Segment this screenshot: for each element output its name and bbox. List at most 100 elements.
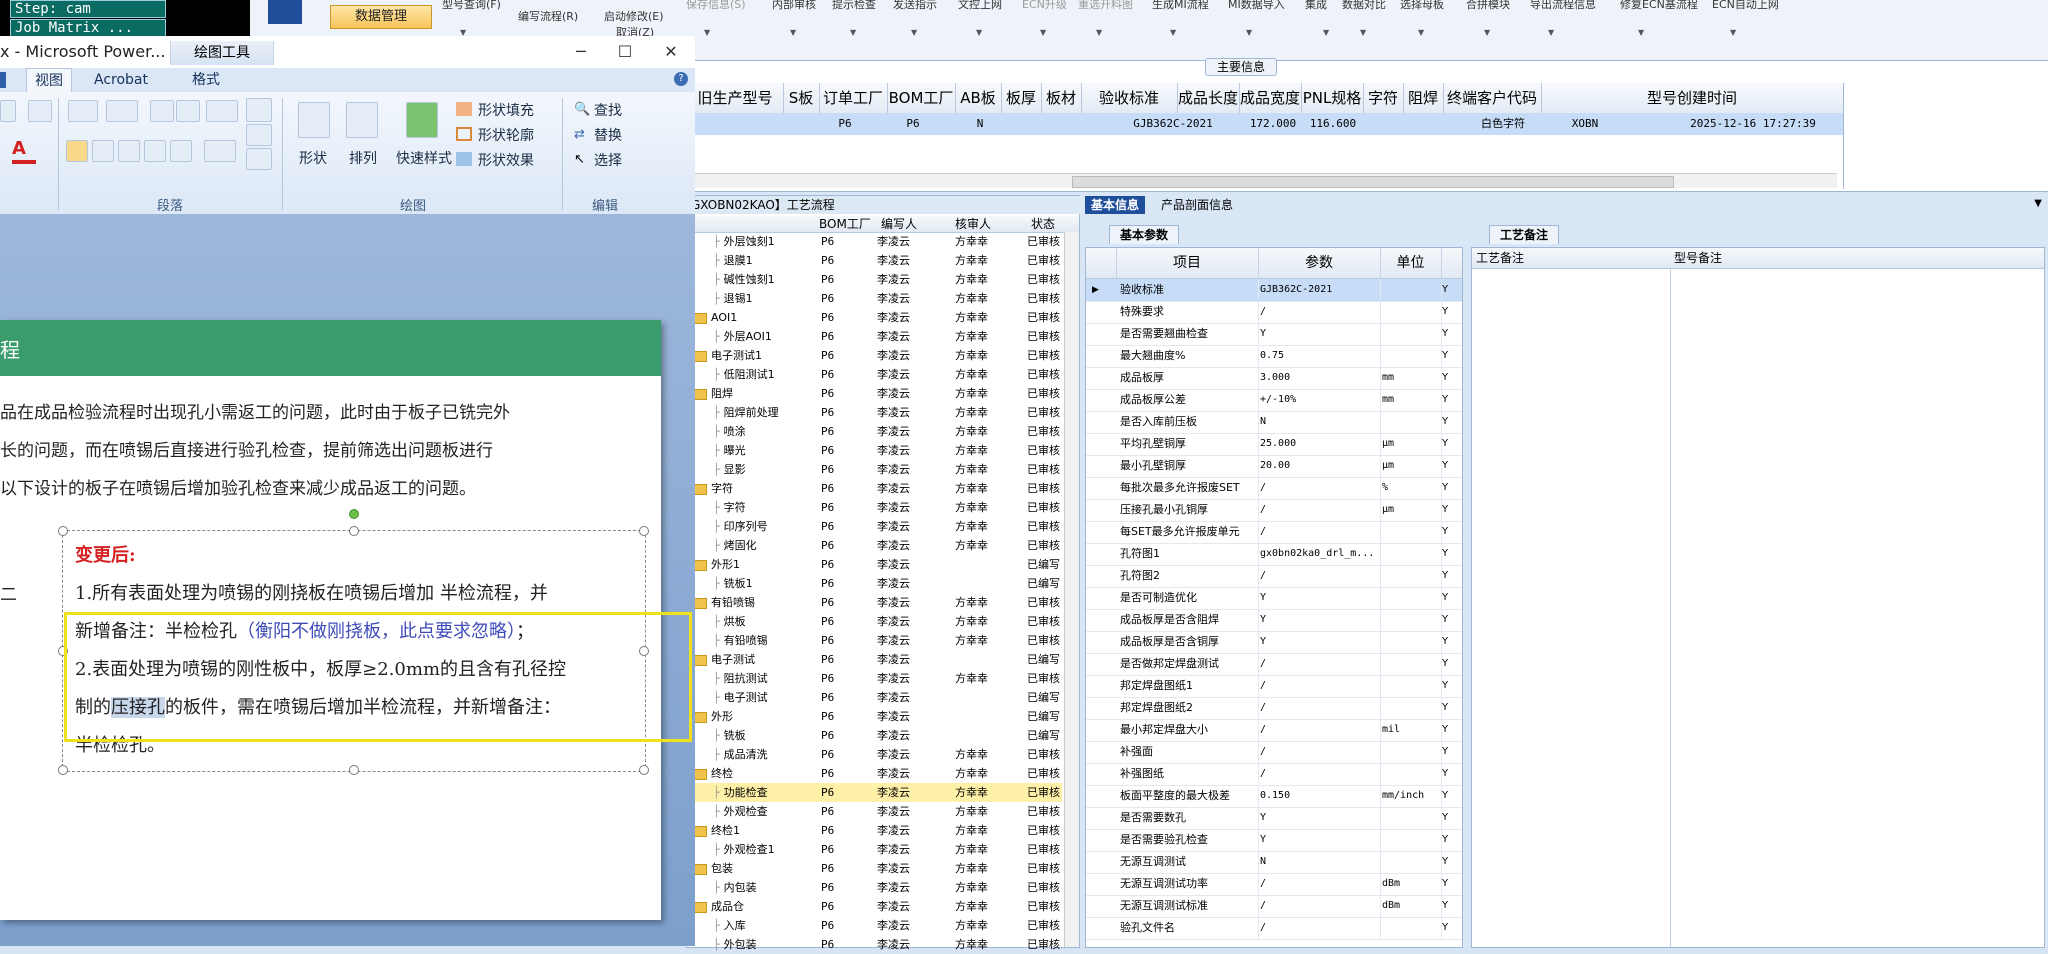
param-value[interactable]: 20.00 <box>1260 455 1378 477</box>
chevron-down-icon[interactable]: ▼ <box>1096 28 1102 37</box>
param-row[interactable]: 孔符图1 gx0bn02ka0_drl_m... Y <box>1086 543 1462 566</box>
tree-row[interactable]: 包装 P6 李凌云 方幸幸 已审核 <box>687 859 1062 878</box>
menu-item[interactable]: 修复ECN基流程 <box>1620 0 1698 12</box>
tree-row[interactable]: 有铅喷锡 P6 李凌云 方幸幸 已审核 <box>687 593 1062 612</box>
tree-row[interactable]: ├ 有铅喷锡 P6 李凌云 方幸幸 已审核 <box>687 631 1062 650</box>
menu-item[interactable]: 型号查询(F) <box>442 0 501 12</box>
tab-section-info[interactable]: 产品剖面信息 <box>1155 196 1239 214</box>
param-row[interactable]: 每SET最多允许报废单元 / Y <box>1086 521 1462 544</box>
tree-node[interactable]: 外形 <box>693 707 733 726</box>
menu-item[interactable]: 内部审核 <box>772 0 816 12</box>
param-value[interactable]: Y <box>1260 631 1378 653</box>
param-value[interactable]: Y <box>1260 807 1378 829</box>
align-text-icon[interactable] <box>246 124 272 146</box>
column-header[interactable]: 成品宽度 <box>1239 83 1302 113</box>
tree-row[interactable]: 外形 P6 李凌云 已编写 <box>687 707 1062 726</box>
font-size-icon[interactable] <box>0 100 16 122</box>
param-row[interactable]: 补强面 / Y <box>1086 741 1462 764</box>
column-header[interactable]: 板厚 <box>1001 83 1042 113</box>
replace-button[interactable]: 替换 <box>594 125 622 145</box>
param-value[interactable]: N <box>1260 851 1378 873</box>
chevron-down-icon[interactable]: ▼ <box>911 28 917 37</box>
param-value[interactable]: 25.000 <box>1260 433 1378 455</box>
tree-row[interactable]: ├ 入库 P6 李凌云 方幸幸 已审核 <box>687 916 1062 935</box>
tree-row[interactable]: 电子测试1 P6 李凌云 方幸幸 已审核 <box>687 346 1062 365</box>
column-header[interactable]: 旧生产型号 <box>687 83 784 113</box>
param-value[interactable]: / <box>1260 917 1378 939</box>
tree-node[interactable]: ├ 外包装 <box>713 935 757 954</box>
param-value[interactable]: / <box>1260 565 1378 587</box>
tree-row[interactable]: ├ 电子测试 P6 李凌云 已编写 <box>687 688 1062 707</box>
chevron-down-icon[interactable]: ▼ <box>790 28 796 37</box>
param-value[interactable]: / <box>1260 499 1378 521</box>
shape-outline-button[interactable]: 形状轮廓 <box>478 125 534 145</box>
tree-node[interactable]: ├ 印序列号 <box>713 517 768 536</box>
tree-row[interactable]: 电子测试 P6 李凌云 已编写 <box>687 650 1062 669</box>
menu-item[interactable]: ECN升级 <box>1022 0 1067 12</box>
param-row[interactable]: 最大翘曲度% 0.75 Y <box>1086 345 1462 368</box>
param-value[interactable]: 0.150 <box>1260 785 1378 807</box>
column-header[interactable]: BOM工厂 <box>887 83 956 113</box>
column-header[interactable]: 核审人 <box>955 216 991 232</box>
param-value[interactable]: / <box>1260 719 1378 741</box>
select-button[interactable]: 选择 <box>594 150 622 170</box>
param-value[interactable]: 3.000 <box>1260 367 1378 389</box>
resize-handle[interactable] <box>349 765 359 775</box>
param-row[interactable]: 是否做邦定焊盘测试 / Y <box>1086 653 1462 676</box>
param-row[interactable]: 无源互调测试标准 / dBm Y <box>1086 895 1462 918</box>
menu-item[interactable]: 集成 <box>1305 0 1327 12</box>
tree-row[interactable]: ├ 烤固化 P6 李凌云 方幸幸 已审核 <box>687 536 1062 555</box>
column-header[interactable]: AB板 <box>955 83 1002 113</box>
tree-node[interactable]: 阻焊 <box>693 384 733 403</box>
tree-node[interactable]: ├ 外观检查 <box>713 802 768 821</box>
tree-node[interactable]: ├ 内包装 <box>713 878 757 897</box>
decrease-indent-icon[interactable] <box>150 100 174 122</box>
close-icon[interactable]: ✕ <box>648 36 694 68</box>
param-row[interactable]: 无源互调测试功率 / dBm Y <box>1086 873 1462 896</box>
column-header[interactable]: 订单工厂 <box>819 83 888 113</box>
tab-basic-info[interactable]: 基本信息 <box>1085 196 1146 214</box>
menu-item[interactable]: 数据对比 <box>1342 0 1386 12</box>
tree-node[interactable]: ├ 喷涂 <box>713 422 746 441</box>
tree-node[interactable]: 外形1 <box>693 555 740 574</box>
tree-node[interactable]: ├ 退膜1 <box>713 251 753 270</box>
param-row[interactable]: 每批次最多允许报废SET /% Y <box>1086 477 1462 500</box>
param-value[interactable]: / <box>1260 521 1378 543</box>
column-header[interactable]: 终端客户代码 <box>1443 83 1542 113</box>
tree-node[interactable]: 字符 <box>693 479 733 498</box>
tree-node[interactable]: 有铅喷锡 <box>693 593 755 612</box>
column-header[interactable]: 编写人 <box>881 216 917 232</box>
tree-row[interactable]: ├ 外层AOI1 P6 李凌云 方幸幸 已审核 <box>687 327 1062 346</box>
param-row[interactable]: 板面平整度的最大极差 0.150 mm/inch Y <box>1086 785 1462 808</box>
tree-node[interactable]: 电子测试 <box>693 650 755 669</box>
tree-row[interactable]: ├ 字符 P6 李凌云 方幸幸 已审核 <box>687 498 1062 517</box>
menu-item[interactable]: MI数据导入 <box>1228 0 1285 12</box>
param-value[interactable]: / <box>1260 477 1378 499</box>
quick-styles-icon[interactable] <box>406 102 438 138</box>
column-header[interactable]: BOM工厂 <box>819 216 871 232</box>
tree-row[interactable]: ├ 低阻测试1 P6 李凌云 方幸幸 已审核 <box>687 365 1062 384</box>
arrange-button[interactable]: 排列 <box>340 148 386 168</box>
param-value[interactable]: / <box>1260 675 1378 697</box>
chevron-down-icon[interactable]: ▼ <box>976 28 982 37</box>
menu-item[interactable]: 选择母板 <box>1400 0 1444 12</box>
tab-format[interactable]: 格式 <box>192 68 220 92</box>
menu-item[interactable]: 提示检查 <box>832 0 876 12</box>
chevron-down-icon[interactable]: ▼ <box>1638 28 1644 37</box>
menu-item[interactable]: 编写流程(R) <box>518 8 578 24</box>
tree-node[interactable]: 终检1 <box>693 821 740 840</box>
chevron-down-icon[interactable]: ▼ <box>1730 28 1736 37</box>
align-left-icon[interactable] <box>66 140 88 162</box>
menu-item[interactable]: ECN自动上网 <box>1712 0 1779 12</box>
param-value[interactable]: gx0bn02ka0_drl_m... <box>1260 543 1378 565</box>
tree-row[interactable]: ├ 阻抗测试 P6 李凌云 方幸幸 已审核 <box>687 669 1062 688</box>
column-header[interactable]: 成品长度 <box>1177 83 1240 113</box>
data-management-button[interactable]: 数据管理 <box>330 5 432 29</box>
param-row[interactable]: 最小孔壁铜厚 20.00 μm Y <box>1086 455 1462 478</box>
column-header[interactable]: 状态 <box>1031 216 1055 232</box>
resize-handle[interactable] <box>639 765 649 775</box>
tree-row[interactable]: AOI1 P6 李凌云 方幸幸 已审核 <box>687 308 1062 327</box>
distribute-icon[interactable] <box>170 140 192 162</box>
param-row[interactable]: 成品板厚是否含阻焊 Y Y <box>1086 609 1462 632</box>
chevron-down-icon[interactable]: ▼ <box>850 28 856 37</box>
